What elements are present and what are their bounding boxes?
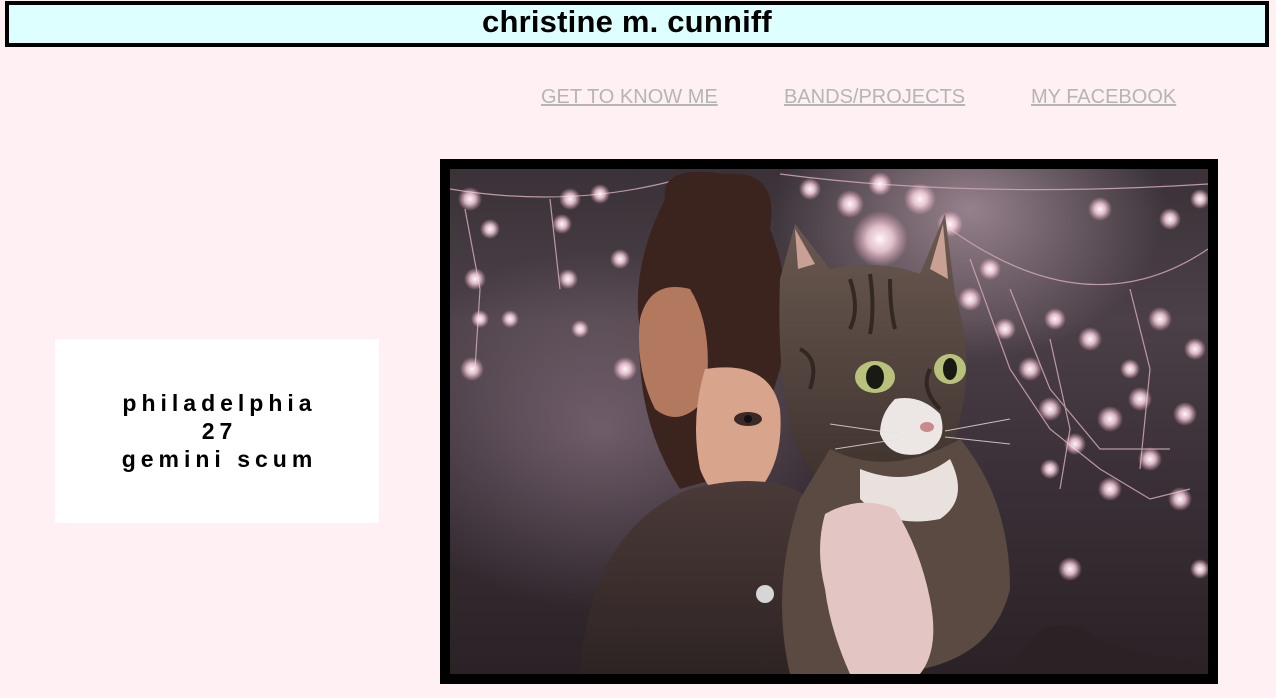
- info-box: philadelphia 27 gemini scum: [55, 339, 379, 523]
- profile-photo: [450, 169, 1208, 674]
- nav-link-get-to-know-me[interactable]: GET TO KNOW ME: [541, 86, 718, 109]
- profile-photo-illustration: [450, 171, 1208, 674]
- info-age: 27: [201, 418, 238, 444]
- info-city: philadelphia: [122, 390, 317, 416]
- site-title: christine m. cunniff: [482, 4, 772, 39]
- nav-link-my-facebook[interactable]: MY FACEBOOK: [1031, 86, 1176, 109]
- nav-link-bands-projects[interactable]: BANDS/PROJECTS: [784, 86, 965, 109]
- photo-frame: [440, 159, 1218, 684]
- page: christine m. cunniff GET TO KNOW ME BAND…: [0, 0, 1276, 698]
- header-bar: christine m. cunniff: [5, 1, 1269, 47]
- info-tagline: gemini scum: [121, 446, 318, 472]
